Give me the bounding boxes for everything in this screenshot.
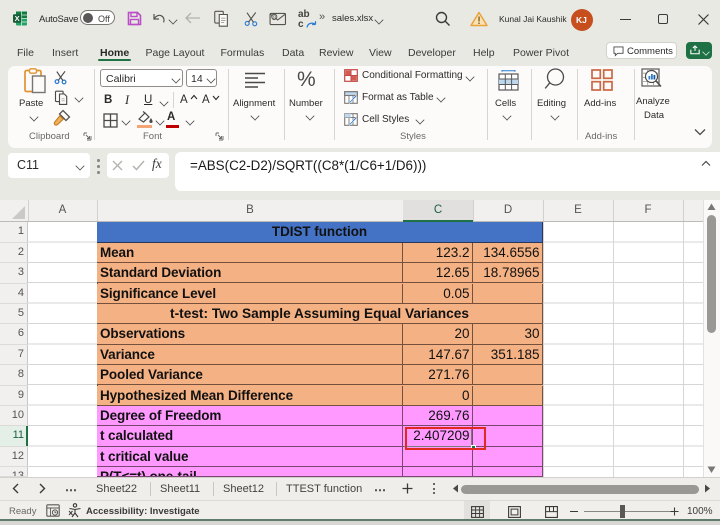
- svg-text:X: X: [15, 14, 20, 23]
- svg-text:@: @: [271, 15, 277, 21]
